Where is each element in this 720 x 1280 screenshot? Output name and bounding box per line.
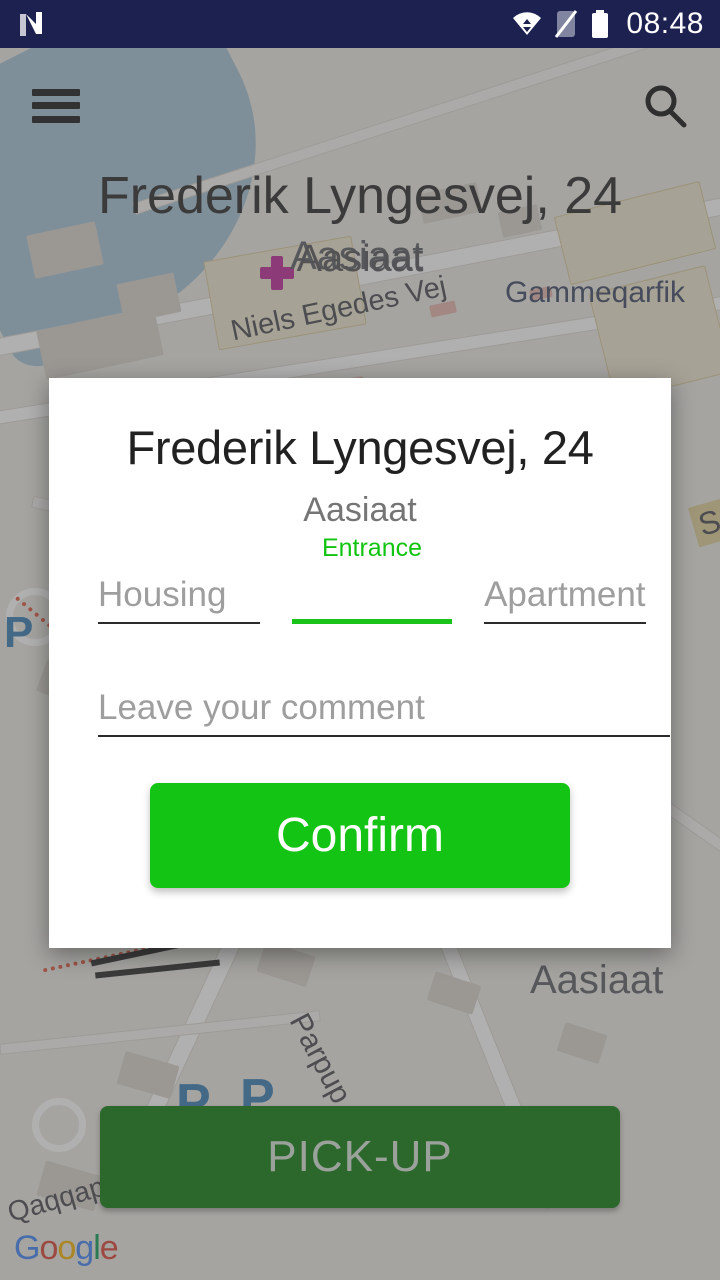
no-sim-icon xyxy=(555,10,578,38)
entrance-field[interactable]: Entrance xyxy=(291,534,453,624)
housing-field[interactable]: Housing xyxy=(98,567,260,624)
n-logo-icon xyxy=(20,12,42,36)
entrance-field-value xyxy=(292,564,452,619)
confirm-button-label: Confirm xyxy=(275,809,445,862)
apartment-field-underline xyxy=(484,622,646,624)
confirm-button[interactable]: Confirm xyxy=(150,783,570,888)
entrance-field-label: Entrance xyxy=(321,534,423,562)
comment-field-underline xyxy=(98,735,670,737)
comment-field[interactable]: Leave your comment xyxy=(98,680,670,737)
dialog-subtitle: Aasiaat xyxy=(303,491,417,529)
status-bar-clock: 08:48 xyxy=(626,7,704,40)
housing-field-placeholder: Housing xyxy=(98,575,227,614)
apartment-field[interactable]: Apartment xyxy=(484,567,646,624)
address-fields-row: Housing Entrance Apartment xyxy=(74,534,646,624)
wifi-icon xyxy=(513,12,542,35)
address-details-dialog: Frederik Lyngesvej, 24 Aasiaat Housing E… xyxy=(49,378,671,948)
battery-icon xyxy=(592,10,609,38)
phone-screen: Aasiaat Gammeqarfik Niels Egedes Vej Par… xyxy=(0,0,720,1280)
housing-field-underline xyxy=(98,622,260,624)
comment-field-placeholder: Leave your comment xyxy=(98,688,425,727)
apartment-field-placeholder: Apartment xyxy=(484,575,646,614)
dialog-title: Frederik Lyngesvej, 24 xyxy=(126,421,594,474)
entrance-field-underline xyxy=(291,619,453,624)
status-bar-right: 08:48 xyxy=(512,7,704,41)
status-bar-left xyxy=(18,10,44,38)
status-bar: 08:48 xyxy=(0,0,720,48)
